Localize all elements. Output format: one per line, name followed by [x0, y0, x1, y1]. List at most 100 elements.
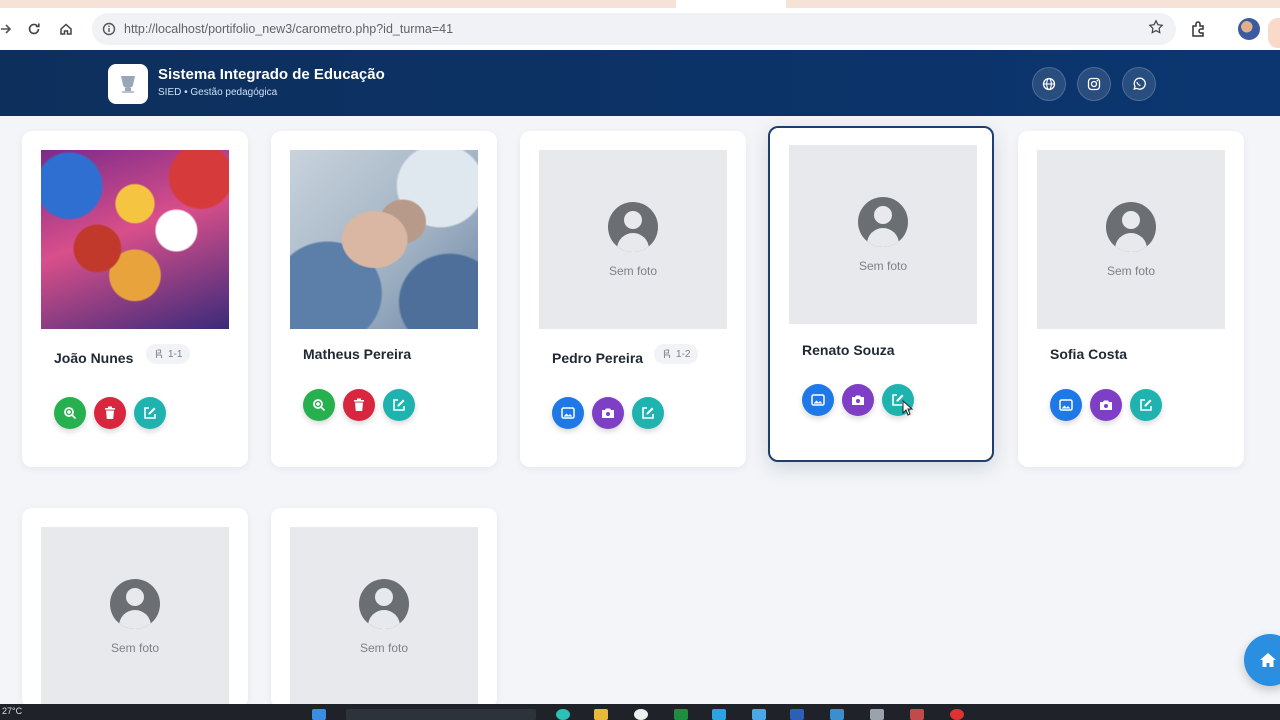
delete-button[interactable]	[343, 389, 375, 421]
student-photo[interactable]	[41, 150, 229, 329]
instagram-icon[interactable]	[1077, 67, 1111, 101]
action-buttons	[552, 397, 664, 429]
site-info-icon[interactable]	[98, 18, 120, 40]
user-placeholder-icon	[110, 578, 160, 629]
student-name: Pedro Pereira	[552, 350, 644, 366]
user-placeholder-icon	[1106, 201, 1156, 252]
image-icon	[1059, 399, 1073, 411]
app-subtitle: SIED • Gestão pedagógica	[158, 87, 278, 98]
zoom-button[interactable]	[303, 389, 335, 421]
seat-label: 1-1	[168, 348, 183, 360]
delete-button[interactable]	[94, 397, 126, 429]
app-icon[interactable]	[556, 709, 570, 720]
profile-avatar[interactable]	[1238, 18, 1260, 40]
browser-top-strip	[0, 0, 1280, 8]
chair-icon	[155, 349, 163, 358]
zoom-in-icon	[313, 399, 326, 412]
edit-icon	[1140, 399, 1152, 411]
edit-button[interactable]	[134, 397, 166, 429]
camera-button[interactable]	[1090, 389, 1122, 421]
whatsapp-icon[interactable]	[1122, 67, 1156, 101]
app-logo	[108, 64, 148, 104]
student-card: Sem foto Pedro Pereira 1-2	[520, 131, 746, 467]
student-photo-placeholder[interactable]: Sem foto	[1037, 150, 1225, 329]
taskbar-search[interactable]	[346, 709, 536, 720]
student-card: Sem foto Sofia Costa	[1018, 131, 1244, 467]
camera-button[interactable]	[842, 384, 874, 416]
url-text[interactable]: http://localhost/portifolio_new3/caromet…	[124, 22, 453, 36]
student-name: Matheus Pereira	[303, 346, 412, 362]
app-icon[interactable]	[712, 709, 726, 720]
no-photo-label: Sem foto	[858, 258, 908, 273]
zoom-in-icon	[64, 407, 77, 420]
student-card-selected: Sem foto Renato Souza	[768, 126, 994, 462]
user-placeholder-icon	[858, 196, 908, 247]
gallery-button[interactable]	[552, 397, 584, 429]
camera-icon	[1100, 400, 1112, 410]
gallery-button[interactable]	[1050, 389, 1082, 421]
student-photo-placeholder[interactable]: Sem foto	[789, 145, 977, 324]
edit-button[interactable]	[383, 389, 415, 421]
folder-icon[interactable]	[594, 709, 608, 720]
app-icon[interactable]	[752, 709, 766, 720]
edit-button[interactable]	[632, 397, 664, 429]
edit-icon	[144, 407, 156, 419]
student-name: João Nunes	[54, 350, 134, 366]
address-bar[interactable]: http://localhost/portifolio_new3/caromet…	[92, 13, 1176, 45]
app-title: Sistema Integrado de Educação	[158, 66, 385, 83]
seat-badge: 1-2	[654, 344, 699, 364]
action-buttons	[54, 397, 166, 429]
app-icon[interactable]	[674, 709, 688, 720]
student-name: Renato Souza	[802, 342, 895, 358]
student-photo-placeholder[interactable]: Sem foto	[290, 527, 478, 706]
gallery-button[interactable]	[802, 384, 834, 416]
temperature-label: 27°C	[2, 706, 23, 716]
reload-icon[interactable]	[18, 13, 50, 45]
home-icon	[1260, 653, 1276, 667]
camera-icon	[852, 395, 864, 405]
student-name: Sofia Costa	[1050, 346, 1128, 362]
trash-icon	[354, 398, 364, 411]
student-card: Sem foto	[271, 508, 497, 708]
app-icon[interactable]	[950, 709, 964, 720]
active-tab-gap	[676, 0, 786, 8]
student-photo[interactable]	[290, 150, 478, 329]
student-photo-placeholder[interactable]: Sem foto	[41, 527, 229, 706]
browser-toolbar: http://localhost/portifolio_new3/caromet…	[0, 8, 1280, 50]
side-panel-edge	[1268, 18, 1280, 48]
app-icon[interactable]	[790, 709, 804, 720]
no-photo-label: Sem foto	[110, 640, 160, 655]
app-icon[interactable]	[910, 709, 924, 720]
start-icon[interactable]	[312, 709, 326, 720]
camera-icon	[602, 408, 614, 418]
action-buttons	[802, 384, 914, 416]
chair-icon	[663, 349, 671, 358]
edit-icon	[393, 399, 405, 411]
app-header: Sistema Integrado de Educação SIED • Ges…	[0, 50, 1280, 116]
trash-icon	[105, 406, 115, 419]
action-buttons	[1050, 389, 1162, 421]
seat-label: 1-2	[676, 348, 691, 360]
home-fab-button[interactable]	[1244, 634, 1280, 686]
globe-icon[interactable]	[1032, 67, 1066, 101]
zoom-button[interactable]	[54, 397, 86, 429]
edit-button[interactable]	[1130, 389, 1162, 421]
app-icon[interactable]	[870, 709, 884, 720]
no-photo-label: Sem foto	[608, 263, 658, 278]
app-icon[interactable]	[830, 709, 844, 720]
edit-icon	[642, 407, 654, 419]
image-icon	[561, 407, 575, 419]
student-photo-placeholder[interactable]: Sem foto	[539, 150, 727, 329]
extensions-icon[interactable]	[1190, 20, 1208, 43]
student-card: Matheus Pereira	[271, 131, 497, 467]
user-placeholder-icon	[608, 201, 658, 252]
home-icon[interactable]	[50, 13, 82, 45]
no-photo-label: Sem foto	[1106, 263, 1156, 278]
image-icon	[811, 394, 825, 406]
camera-button[interactable]	[592, 397, 624, 429]
student-card: João Nunes 1-1	[22, 131, 248, 467]
bookmark-star-icon[interactable]	[1148, 19, 1164, 40]
chrome-icon[interactable]	[634, 709, 648, 720]
action-buttons	[303, 389, 415, 421]
seat-badge: 1-1	[146, 344, 191, 364]
